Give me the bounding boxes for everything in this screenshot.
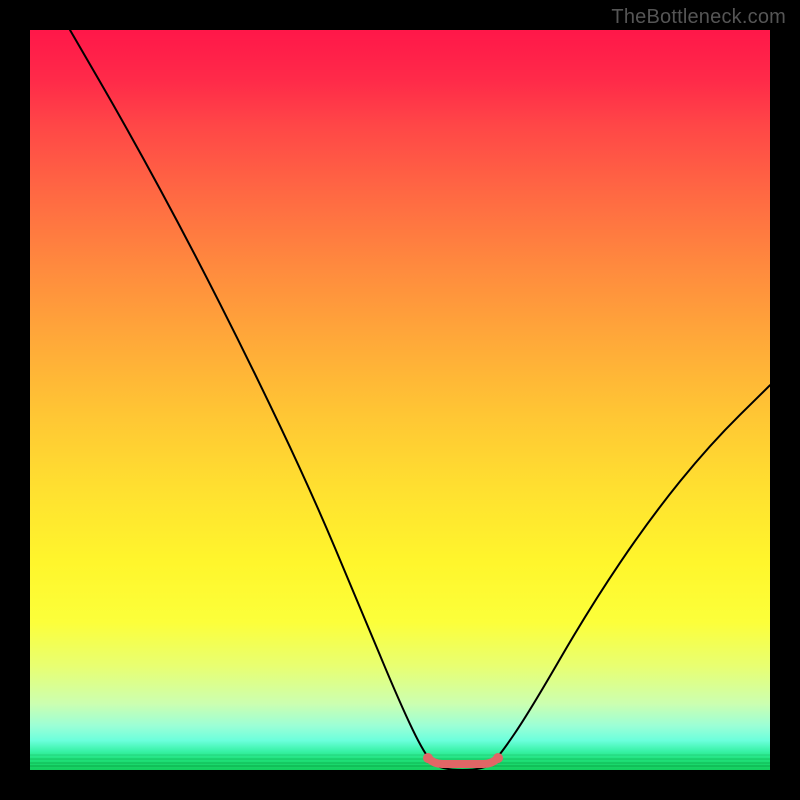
trough-dot-right: [493, 753, 503, 763]
chart-frame: TheBottleneck.com: [0, 0, 800, 800]
plot-area: [30, 30, 770, 770]
attribution-label: TheBottleneck.com: [611, 6, 786, 29]
trough-dot-left: [423, 753, 433, 763]
curve-svg: [30, 30, 770, 770]
bottleneck-curve: [70, 30, 770, 770]
trough-marker: [428, 758, 498, 764]
